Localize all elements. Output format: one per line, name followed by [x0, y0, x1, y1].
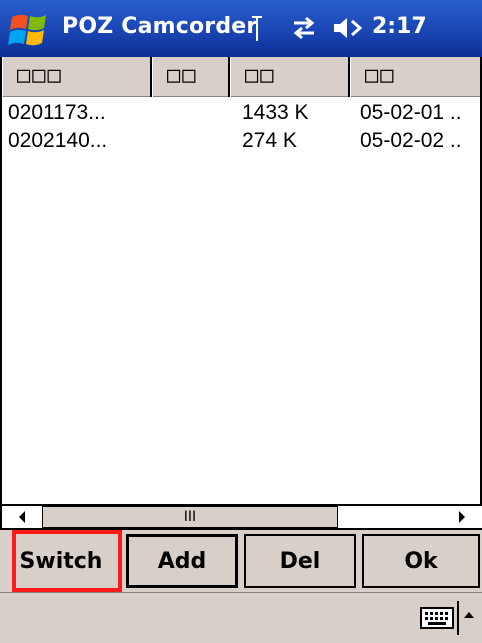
scroll-thumb[interactable]: III [42, 506, 338, 528]
file-size: 1433 K [242, 101, 309, 124]
keyboard-icon[interactable] [420, 605, 454, 631]
signal-icon[interactable] [250, 13, 264, 43]
list-header: □□□ □□ □□ □□ [2, 57, 480, 97]
arrow-right-icon [459, 511, 465, 523]
file-list[interactable]: □□□ □□ □□ □□ 0201173... 1433 K 05-02-01 … [0, 57, 482, 504]
bottom-menu-bar [0, 592, 482, 643]
scroll-track[interactable] [338, 506, 442, 528]
file-date: 05-02-01 .. [360, 101, 462, 124]
connectivity-icon[interactable] [290, 13, 318, 43]
title-bar: POZ Camcorder 2:17 [0, 0, 482, 57]
ok-button[interactable]: Ok [362, 534, 480, 588]
scroll-right-button[interactable] [442, 506, 482, 528]
file-size: 274 K [242, 129, 297, 152]
app-title: POZ Camcorder [62, 14, 258, 39]
file-name: 0202140... [8, 129, 108, 152]
list-item[interactable]: 0201173... 1433 K 05-02-01 .. [2, 101, 480, 129]
column-header-size[interactable]: □□ [230, 57, 350, 97]
column-header-name[interactable]: □□□ [2, 57, 152, 97]
file-date: 05-02-02 .. [360, 129, 462, 152]
action-bar: Switch Add Del Ok [0, 530, 482, 592]
add-button[interactable]: Add [126, 534, 238, 588]
del-button[interactable]: Del [244, 534, 356, 588]
column-header-type[interactable]: □□ [152, 57, 230, 97]
windows-start-icon[interactable] [8, 11, 54, 49]
clock[interactable]: 2:17 [372, 14, 427, 39]
horizontal-scrollbar[interactable]: III [0, 504, 482, 530]
highlight-box [12, 530, 122, 592]
column-header-date[interactable]: □□ [350, 57, 480, 97]
file-name: 0201173... [8, 101, 106, 124]
scroll-left-button[interactable] [2, 506, 42, 528]
arrow-left-icon [19, 511, 25, 523]
sip-arrow-icon[interactable] [462, 609, 476, 621]
list-item[interactable]: 0202140... 274 K 05-02-02 .. [2, 129, 480, 157]
sip-divider [457, 601, 459, 635]
volume-icon[interactable] [332, 13, 364, 43]
